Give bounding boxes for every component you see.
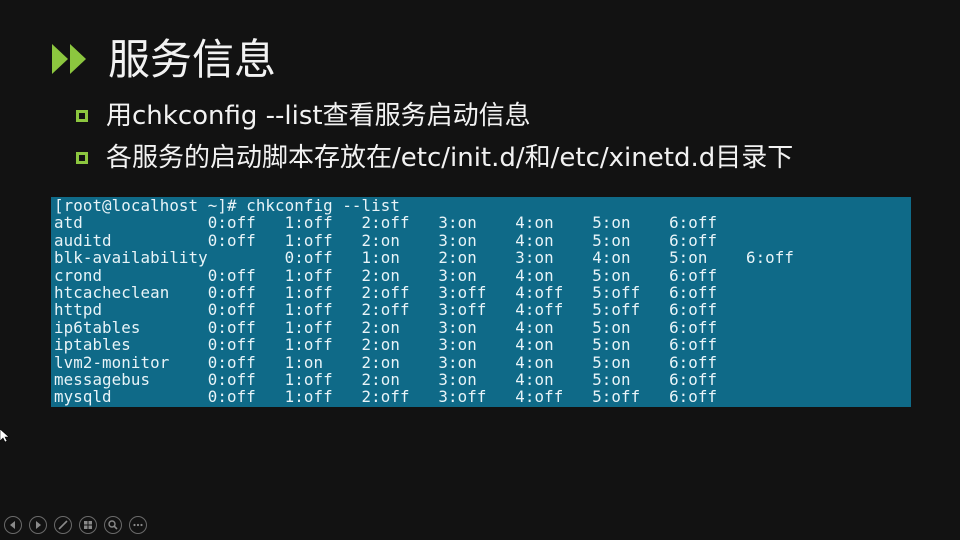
bullet-text: 各服务的启动脚本存放在/etc/init.d/和/etc/xinetd.d目录下: [106, 143, 794, 173]
terminal-service-row: blk-availability 0:off 1:on 2:on 3:on 4:…: [54, 248, 795, 268]
terminal-service-row: httpd 0:off 1:off 2:off 3:off 4:off 5:of…: [54, 300, 718, 320]
terminal-service-row: crond 0:off 1:off 2:on 3:on 4:on 5:on 6:…: [54, 265, 718, 285]
terminal-command-line: [root@localhost ~]# chkconfig --list: [54, 197, 400, 215]
bullet-item: 各服务的启动脚本存放在/etc/init.d/和/etc/xinetd.d目录下: [76, 140, 793, 176]
pen-icon: [58, 520, 68, 530]
zoom-icon: [108, 520, 118, 530]
bullet-text: 用chkconfig --list查看服务启动信息: [106, 101, 531, 131]
terminal-service-row: mysqld 0:off 1:off 2:off 3:off 4:off 5:o…: [54, 387, 718, 407]
pen-tool-button[interactable]: [54, 516, 72, 534]
previous-slide-button[interactable]: [4, 516, 22, 534]
terminal-service-row: atd 0:off 1:off 2:off 3:on 4:on 5:on 6:o…: [54, 213, 718, 233]
terminal-service-row: auditd 0:off 1:off 2:on 3:on 4:on 5:on 6…: [54, 230, 718, 250]
bullet-square-icon: [76, 152, 88, 164]
terminal-service-row: messagebus 0:off 1:off 2:on 3:on 4:on 5:…: [54, 369, 718, 389]
previous-icon: [10, 521, 15, 529]
slides-icon: [84, 521, 92, 529]
more-icon: [133, 523, 143, 527]
double-arrow-icon: [52, 44, 86, 74]
presentation-toolbar: [4, 516, 147, 534]
mouse-cursor-icon: [0, 429, 10, 443]
more-options-button[interactable]: [129, 516, 147, 534]
next-slide-button[interactable]: [29, 516, 47, 534]
zoom-button[interactable]: [104, 516, 122, 534]
see-all-slides-button[interactable]: [79, 516, 97, 534]
terminal-output: [root@localhost ~]# chkconfig --list atd…: [51, 197, 911, 407]
terminal-service-row: ip6tables 0:off 1:off 2:on 3:on 4:on 5:o…: [54, 317, 718, 337]
terminal-service-row: iptables 0:off 1:off 2:on 3:on 4:on 5:on…: [54, 335, 718, 355]
next-icon: [36, 521, 41, 529]
slide-title: 服务信息: [108, 35, 277, 84]
bullet-square-icon: [76, 110, 88, 122]
terminal-service-row: lvm2-monitor 0:off 1:on 2:on 3:on 4:on 5…: [54, 352, 718, 372]
terminal-service-row: htcacheclean 0:off 1:off 2:off 3:off 4:o…: [54, 282, 718, 302]
bullet-item: 用chkconfig --list查看服务启动信息: [76, 98, 531, 134]
